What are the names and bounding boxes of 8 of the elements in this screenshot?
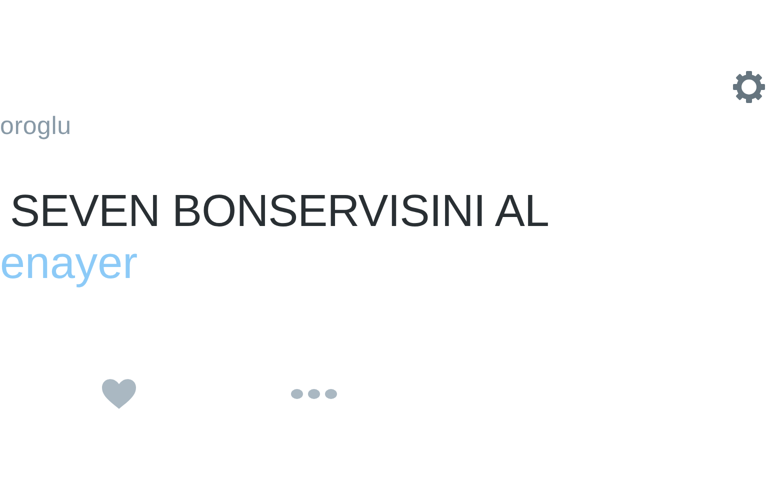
username: oroglu: [0, 112, 72, 141]
more-icon: [291, 388, 337, 400]
hashtag-link[interactable]: enayer: [0, 238, 138, 287]
more-button[interactable]: [291, 388, 337, 400]
tweet-text: SEVEN BONSERVISINI AL: [10, 186, 550, 236]
settings-icon[interactable]: [732, 70, 766, 104]
heart-icon: [102, 379, 136, 409]
like-button[interactable]: [102, 379, 136, 409]
